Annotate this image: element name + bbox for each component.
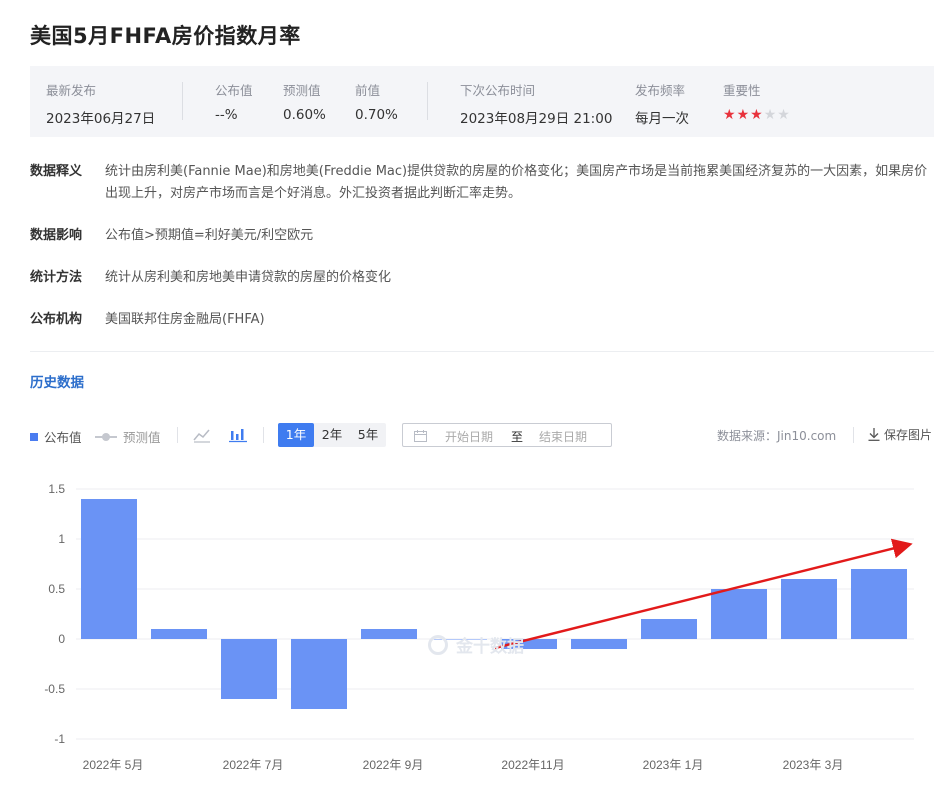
- toolbar-divider: [177, 427, 178, 443]
- bar[interactable]: [291, 639, 347, 709]
- description-row: 数据释义 统计由房利美(Fannie Mae)和房地美(Freddie Mac)…: [30, 161, 934, 205]
- legend-actual-label: 公布值: [44, 430, 82, 445]
- range-5y-button[interactable]: 5年: [350, 423, 386, 447]
- latest-release: 最新发布 2023年06月27日: [46, 80, 155, 127]
- watermark-text: 金十数据: [456, 637, 524, 657]
- data-source: 数据来源：Jin10.com: [717, 429, 837, 443]
- bar[interactable]: [81, 499, 137, 639]
- chart-toolbar: 公布值 预测值 1年 2年 5年 开始日期 至 结束日期 数据来源：Jin10.…: [30, 423, 934, 447]
- line-chart-icon[interactable]: [192, 425, 212, 445]
- actual-label: 公布值: [215, 83, 253, 98]
- info-panel: 最新发布 2023年06月27日 公布值 --% 预测值 0.60% 前值 0.…: [30, 66, 934, 137]
- method-row: 统计方法 统计从房利美和房地美申请贷款的房屋的价格变化: [30, 267, 934, 289]
- publisher-row: 公布机构 美国联邦住房金融局(FHFA): [30, 309, 934, 331]
- forecast-value: 0.60%: [283, 107, 326, 123]
- legend-actual-swatch: [30, 432, 38, 441]
- actual-value: --%: [215, 107, 238, 123]
- end-date-input[interactable]: 结束日期: [539, 428, 587, 445]
- watermark: 金十数据: [428, 632, 524, 657]
- star-empty-icon: ★: [777, 107, 791, 123]
- legend-forecast-swatch: [95, 432, 117, 442]
- previous-value: 0.70%: [355, 107, 398, 123]
- next-release-label: 下次公布时间: [460, 83, 536, 98]
- page-title: 美国5月FHFA房价指数月率: [30, 24, 301, 48]
- legend-actual[interactable]: 公布值: [30, 427, 82, 446]
- date-range-separator: 至: [511, 430, 524, 444]
- save-image-button[interactable]: 保存图片: [868, 426, 932, 443]
- forecast-label: 预测值: [283, 83, 321, 98]
- frequency-value: 每月一次: [635, 111, 689, 127]
- latest-release-value: 2023年06月27日: [46, 111, 156, 127]
- section-divider: [30, 351, 934, 352]
- y-tick-label: -1: [54, 732, 65, 746]
- bar[interactable]: [711, 589, 767, 639]
- bar[interactable]: [361, 629, 417, 639]
- x-tick-label: 2022年 9月: [363, 758, 424, 772]
- description-value: 统计由房利美(Fannie Mae)和房地美(Freddie Mac)提供贷款的…: [105, 164, 928, 201]
- divider: [182, 82, 183, 120]
- trend-arrow: [494, 538, 913, 650]
- previous-label: 前值: [355, 83, 381, 98]
- x-tick-label: 2023年 1月: [643, 758, 704, 772]
- bar[interactable]: [221, 639, 277, 699]
- x-tick-label: 2022年11月: [501, 758, 564, 772]
- x-tick-label: 2022年 5月: [83, 758, 144, 772]
- previous: 前值 0.70%: [355, 80, 398, 123]
- star-filled-icon: ★: [736, 107, 751, 123]
- description-key: 数据释义: [30, 164, 83, 179]
- actual: 公布值 --%: [215, 80, 253, 123]
- importance: 重要性 ★★★★★: [723, 80, 791, 123]
- impact-value: 公布值>预期值=利好美元/利空欧元: [105, 228, 314, 243]
- range-selector: 1年 2年 5年: [278, 423, 386, 447]
- forecast: 预测值 0.60%: [283, 80, 326, 123]
- range-2y-button[interactable]: 2年: [314, 423, 350, 447]
- publisher-key: 公布机构: [30, 312, 83, 327]
- chart-area: 金十数据 1.5 1 0.5 0 -0.5 -1 2022年 5月 2022年 7月 2022年…: [0, 470, 948, 798]
- toolbar-divider: [263, 427, 264, 443]
- frequency: 发布频率 每月一次: [635, 80, 689, 127]
- publisher-value: 美国联邦住房金融局(FHFA): [105, 312, 265, 327]
- save-image-label: 保存图片: [884, 428, 933, 442]
- impact-key: 数据影响: [30, 228, 83, 243]
- x-tick-label: 2022年 7月: [223, 758, 284, 772]
- importance-label: 重要性: [723, 83, 761, 98]
- next-release-value: 2023年08月29日 21:00: [460, 111, 613, 127]
- calendar-icon: [414, 430, 427, 445]
- legend-forecast[interactable]: 预测值: [95, 427, 161, 446]
- bar[interactable]: [151, 629, 207, 639]
- start-date-input[interactable]: 开始日期: [445, 428, 493, 445]
- impact-row: 数据影响 公布值>预期值=利好美元/利空欧元: [30, 225, 934, 247]
- y-tick-label: 0: [58, 632, 65, 646]
- date-range-picker[interactable]: 开始日期 至 结束日期: [402, 423, 612, 447]
- bar[interactable]: [851, 569, 907, 639]
- toolbar-divider: [853, 427, 854, 443]
- x-tick-label: 2023年 3月: [783, 758, 844, 772]
- frequency-label: 发布频率: [635, 83, 686, 98]
- range-1y-button[interactable]: 1年: [278, 423, 314, 447]
- watermark-logo-icon: [428, 634, 448, 655]
- legend-forecast-label: 预测值: [123, 430, 161, 445]
- star-filled-icon: ★: [723, 107, 737, 123]
- star-empty-icon: ★: [763, 107, 778, 123]
- method-value: 统计从房利美和房地美申请贷款的房屋的价格变化: [105, 270, 392, 285]
- y-tick-label: 1.5: [48, 482, 65, 496]
- y-tick-label: 1: [58, 532, 65, 546]
- method-key: 统计方法: [30, 270, 83, 285]
- latest-release-label: 最新发布: [46, 83, 97, 98]
- bar-chart-icon[interactable]: [228, 425, 248, 445]
- star-filled-icon: ★: [750, 107, 764, 123]
- bar[interactable]: [571, 639, 627, 649]
- importance-stars: ★★★★★: [723, 107, 791, 123]
- next-release: 下次公布时间 2023年08月29日 21:00: [460, 80, 612, 127]
- bar[interactable]: [641, 619, 697, 639]
- divider: [427, 82, 428, 120]
- bar[interactable]: [781, 579, 837, 639]
- y-tick-label: -0.5: [44, 682, 65, 696]
- download-icon: [868, 428, 880, 441]
- history-data-title[interactable]: 历史数据: [30, 371, 84, 391]
- y-tick-label: 0.5: [48, 582, 65, 596]
